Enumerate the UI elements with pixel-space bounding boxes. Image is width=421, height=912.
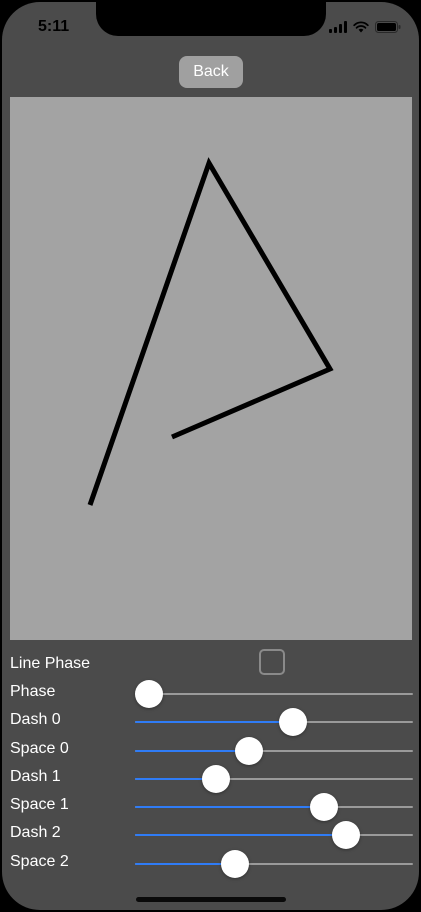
dash-2-slider[interactable]	[135, 821, 413, 849]
space-0-slider-thumb[interactable]	[234, 737, 263, 765]
home-indicator	[136, 897, 286, 902]
dash-1-slider-thumb[interactable]	[201, 765, 230, 793]
space-2-slider-thumb[interactable]	[221, 850, 250, 878]
status-icons	[329, 19, 401, 35]
space-2-slider[interactable]	[135, 850, 413, 878]
line-phase-label: Line Phase	[10, 655, 91, 672]
dash-0-row: Dash 0	[10, 708, 413, 736]
status-time: 5:11	[38, 18, 70, 35]
device-frame: 5:11 Back Line Phase Phase Dash 0 Space …	[0, 0, 421, 912]
app-screen: 5:11 Back Line Phase Phase Dash 0 Space …	[2, 2, 419, 910]
dash-2-label: Dash 2	[10, 824, 61, 841]
space-1-slider[interactable]	[135, 793, 413, 821]
phase-row: Phase	[10, 680, 413, 708]
space-0-slider[interactable]	[135, 737, 413, 765]
device-notch	[96, 2, 326, 36]
space-1-label: Space 1	[10, 796, 69, 813]
dashed-polyline	[87, 157, 334, 506]
back-button[interactable]: Back	[179, 56, 243, 88]
phase-slider-thumb[interactable]	[134, 680, 163, 708]
dash-1-slider[interactable]	[135, 765, 413, 793]
dash-0-slider[interactable]	[135, 708, 413, 736]
dash-0-slider-thumb[interactable]	[279, 708, 308, 736]
space-2-slider-fill	[135, 863, 236, 865]
wifi-icon	[353, 21, 369, 33]
cellular-icon	[329, 21, 347, 33]
drawing-canvas[interactable]	[10, 97, 412, 640]
dash-2-row: Dash 2	[10, 821, 413, 849]
space-1-slider-thumb[interactable]	[310, 793, 339, 821]
line-phase-checkbox[interactable]	[259, 649, 285, 675]
polyline-drawing	[87, 157, 334, 506]
space-0-label: Space 0	[10, 740, 69, 757]
space-2-label: Space 2	[10, 853, 69, 870]
dash-0-label: Dash 0	[10, 711, 61, 728]
phase-slider[interactable]	[134, 680, 413, 708]
line-phase-row: Line Phase	[10, 649, 413, 679]
space-0-slider-fill	[135, 750, 249, 752]
dash-2-slider-thumb[interactable]	[332, 821, 361, 849]
dash-0-slider-fill	[135, 721, 294, 723]
phase-label: Phase	[10, 683, 56, 700]
phase-slider-track	[135, 693, 413, 695]
dash-1-row: Dash 1	[10, 765, 413, 793]
space-2-row: Space 2	[10, 850, 413, 878]
dash-1-label: Dash 1	[10, 768, 61, 785]
space-1-slider-fill	[135, 806, 325, 808]
dash-2-slider-fill	[135, 834, 347, 836]
space-1-row: Space 1	[10, 793, 413, 821]
battery-icon	[375, 21, 401, 33]
space-0-row: Space 0	[10, 737, 413, 765]
